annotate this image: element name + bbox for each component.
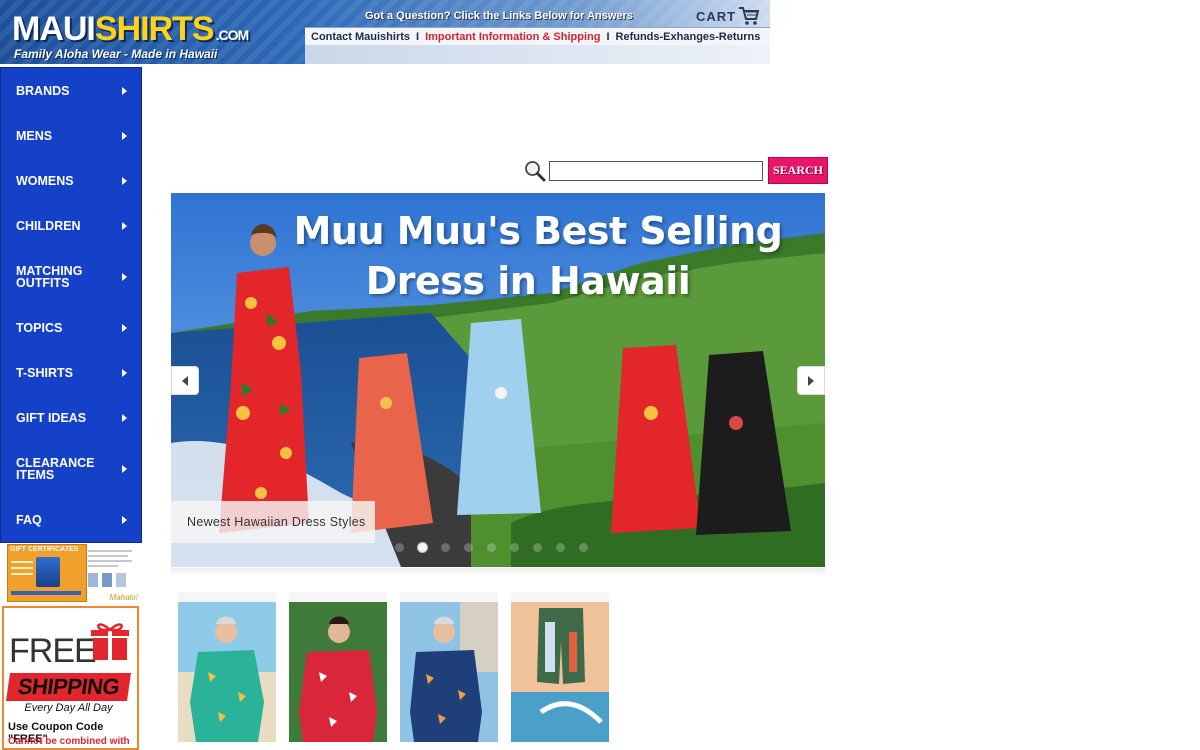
sidebar-item-label: CHILDREN xyxy=(16,218,81,233)
slide-dot[interactable] xyxy=(487,543,496,552)
shipping-text: SHIPPING xyxy=(6,673,131,701)
slide-caption[interactable]: Newest Hawaiian Dress Styles xyxy=(171,501,375,543)
logo-accent: SHIRTS xyxy=(94,10,215,48)
chevron-right-icon xyxy=(122,368,127,377)
free-shipping-banner[interactable]: FREE SHIPPING Every Day All Day Use Coup… xyxy=(2,606,139,750)
gift-certificate-details xyxy=(88,550,136,598)
shirt-photo xyxy=(178,602,276,742)
site-tagline: Family Aloha Wear - Made in Hawaii xyxy=(14,47,218,61)
chevron-right-icon xyxy=(122,413,127,422)
slide-dot[interactable] xyxy=(464,543,473,552)
sidebar-item-label: CLEARANCE ITEMS xyxy=(16,455,95,482)
sidebar-item-mens[interactable]: MENS xyxy=(1,113,141,158)
slide-dot[interactable] xyxy=(556,543,565,552)
product-card[interactable] xyxy=(511,592,609,742)
slide-dot[interactable] xyxy=(533,543,542,552)
search-bar: SEARCH xyxy=(524,157,828,184)
chevron-right-icon xyxy=(122,176,127,185)
slide-dot[interactable] xyxy=(395,543,404,552)
help-prompt: Got a Question? Click the Links Below fo… xyxy=(365,10,633,22)
sidebar-item-brands[interactable]: BRANDS xyxy=(1,68,141,113)
sidebar-item-clearance-items[interactable]: CLEARANCE ITEMS xyxy=(1,440,141,497)
sidebar-item-faq[interactable]: FAQ xyxy=(1,497,141,542)
sidebar-item-womens[interactable]: WOMENS xyxy=(1,158,141,203)
cart-icon xyxy=(739,7,760,25)
chevron-right-icon xyxy=(122,221,127,230)
next-slide-button[interactable] xyxy=(797,366,825,395)
cart-label: CART xyxy=(696,8,737,24)
shirt-photo xyxy=(400,602,498,742)
product-card[interactable] xyxy=(178,592,276,742)
banner-headline-line1: Muu Muu's Best Selling xyxy=(293,209,783,253)
prev-slide-button[interactable] xyxy=(171,366,199,395)
banner-shadow xyxy=(171,568,825,576)
gift-certificate-card: GIFT CERTIFICATES xyxy=(7,544,87,602)
gift-certificate-title: GIFT CERTIFICATES xyxy=(10,546,79,553)
info-shipping-link[interactable]: Important Information & Shipping xyxy=(419,31,606,43)
cart-button[interactable]: CART xyxy=(696,6,760,26)
shirt-thumbnail-icon xyxy=(36,557,60,587)
slide-indicators xyxy=(395,543,588,552)
contact-link[interactable]: Contact Mauishirts xyxy=(305,31,416,43)
search-button[interactable]: SEARCH xyxy=(768,157,828,184)
sidebar-item-children[interactable]: CHILDREN xyxy=(1,203,141,248)
sidebar-item-matching-outfits[interactable]: MATCHING OUTFITS xyxy=(1,248,141,305)
shirt-photo xyxy=(289,602,387,742)
sidebar-item-label: WOMENS xyxy=(16,173,74,188)
header-fade xyxy=(305,45,770,64)
slide-dot[interactable] xyxy=(510,543,519,552)
slide-dot[interactable] xyxy=(441,543,450,552)
info-link-bar: Contact Mauishirts I Important Informati… xyxy=(305,27,770,45)
sidebar-item-topics[interactable]: TOPICS xyxy=(1,305,141,350)
free-text: FREE xyxy=(9,632,97,670)
refunds-link[interactable]: Refunds-Exhanges-Returns xyxy=(610,31,767,43)
logo-main: MAUI xyxy=(12,10,96,48)
chevron-right-icon xyxy=(122,464,127,473)
sidebar-item-gift-ideas[interactable]: GIFT IDEAS xyxy=(1,395,141,440)
chevron-right-icon xyxy=(122,272,127,281)
sidebar-item-label: TOPICS xyxy=(16,320,63,335)
sidebar-item-label: BRANDS xyxy=(16,83,70,98)
chevron-right-icon xyxy=(808,375,814,386)
sidebar-item-label: MATCHING OUTFITS xyxy=(16,263,83,290)
search-icon xyxy=(525,160,546,181)
sidebar-item-label: MENS xyxy=(16,128,53,143)
gift-certificates-banner[interactable]: GIFT CERTIFICATES Mahalo! xyxy=(4,544,138,602)
chevron-right-icon xyxy=(122,131,127,140)
banner-headline-line2: Dress in Hawaii xyxy=(365,259,691,303)
search-input[interactable] xyxy=(549,160,763,181)
product-card[interactable] xyxy=(400,592,498,742)
sidebar-item-label: GIFT IDEAS xyxy=(16,410,87,425)
logo-suffix: .COM xyxy=(215,27,250,43)
hero-slider[interactable]: Muu Muu's Best Selling Dress in Hawaii N… xyxy=(171,193,825,567)
sidebar-item-t-shirts[interactable]: T-SHIRTS xyxy=(1,350,141,395)
every-day-text: Every Day All Day xyxy=(24,702,113,714)
gift-box-icon xyxy=(91,623,129,660)
chevron-right-icon xyxy=(122,515,127,524)
slide-dot[interactable] xyxy=(579,543,588,552)
product-card[interactable] xyxy=(289,592,387,742)
sidebar-item-label: FAQ xyxy=(16,512,42,527)
chevron-right-icon xyxy=(122,86,127,95)
chevron-right-icon xyxy=(122,323,127,332)
product-grid xyxy=(178,592,609,742)
sidebar-item-label: T-SHIRTS xyxy=(16,365,73,380)
mahalo-signoff: Mahalo! xyxy=(109,593,138,602)
site-logo[interactable]: MAUISHIRTS .COM xyxy=(12,10,250,49)
category-sidebar: BRANDS MENS WOMENS CHILDREN MATCHING OUT… xyxy=(0,67,142,543)
shorts-photo xyxy=(511,602,609,742)
slide-dot[interactable] xyxy=(418,543,427,552)
coupon-restriction-text: Cannot be combined with xyxy=(8,736,130,747)
chevron-left-icon xyxy=(182,375,188,386)
